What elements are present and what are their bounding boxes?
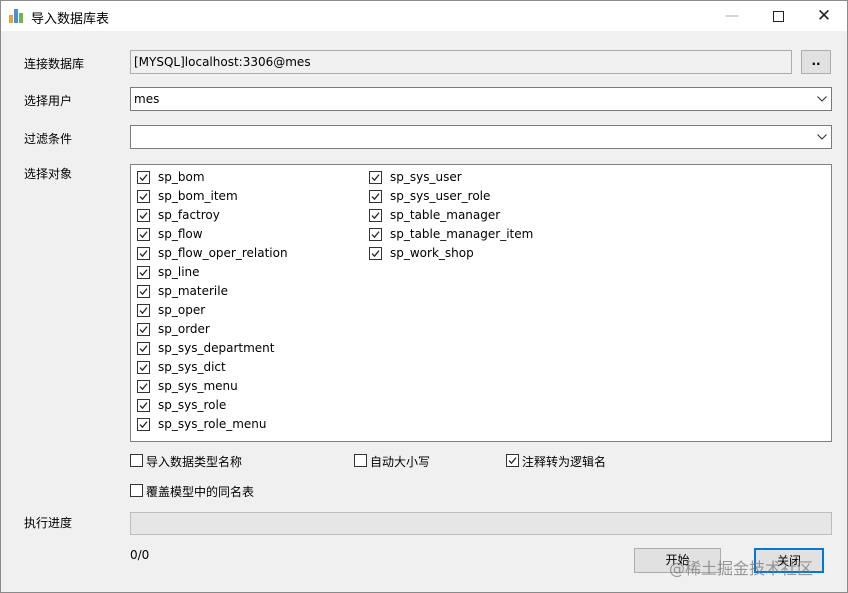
object-item-label: sp_sys_role_menu bbox=[158, 417, 267, 431]
option-label: 覆盖模型中的同名表 bbox=[146, 485, 255, 499]
watermark: @稀土掘金技术社区 bbox=[669, 559, 814, 578]
checkbox[interactable] bbox=[506, 454, 519, 467]
object-checklist[interactable]: sp_bom sp_bom_item sp_factroy sp_flow sp_flo… bbox=[130, 164, 832, 442]
checkbox[interactable] bbox=[137, 342, 150, 355]
checkbox[interactable] bbox=[354, 454, 367, 467]
browse-connection-button[interactable]: .. bbox=[801, 50, 831, 74]
checkbox[interactable] bbox=[137, 285, 150, 298]
object-item-label: sp_sys_department bbox=[158, 341, 275, 355]
option-label: 注释转为逻辑名 bbox=[522, 455, 607, 469]
connection-field: [MYSQL]localhost:3306@mes bbox=[130, 50, 792, 74]
checkbox[interactable] bbox=[369, 171, 382, 184]
object-item-label: sp_oper bbox=[158, 303, 206, 317]
chevron-down-icon[interactable] bbox=[813, 126, 831, 148]
chevron-down-icon[interactable] bbox=[813, 88, 831, 110]
maximize-button[interactable] bbox=[755, 1, 801, 31]
progress-count: 0/0 bbox=[130, 548, 150, 562]
user-select[interactable]: mes bbox=[130, 87, 832, 111]
option-label: 自动大小写 bbox=[370, 455, 431, 469]
object-item-label: sp_line bbox=[158, 265, 200, 279]
checkbox[interactable] bbox=[369, 209, 382, 222]
progress-bar bbox=[130, 512, 832, 535]
close-icon: ✕ bbox=[816, 6, 832, 26]
object-item-label: sp_table_manager_item bbox=[390, 227, 534, 241]
checkbox[interactable] bbox=[130, 484, 143, 497]
checkbox[interactable] bbox=[369, 247, 382, 260]
object-item-label: sp_materile bbox=[158, 284, 228, 298]
object-item-label: sp_sys_menu bbox=[158, 379, 238, 393]
object-item-label: sp_flow_oper_relation bbox=[158, 246, 288, 260]
checkbox[interactable] bbox=[137, 418, 150, 431]
window-title: 导入数据库表 bbox=[31, 12, 110, 27]
checkbox[interactable] bbox=[137, 380, 150, 393]
checkbox[interactable] bbox=[137, 266, 150, 279]
object-item-label: sp_sys_user_role bbox=[390, 189, 491, 203]
filter-label: 过滤条件 bbox=[24, 132, 73, 146]
object-item-label: sp_flow bbox=[158, 227, 203, 241]
app-icon bbox=[9, 9, 25, 23]
object-item-label: sp_table_manager bbox=[390, 208, 501, 222]
object-item-label: sp_order bbox=[158, 322, 210, 336]
progress-label: 执行进度 bbox=[24, 516, 73, 530]
object-item-label: sp_sys_dict bbox=[158, 360, 226, 374]
user-select-value: mes bbox=[134, 92, 160, 106]
checkbox[interactable] bbox=[130, 454, 143, 467]
object-item-label: sp_sys_user bbox=[390, 170, 462, 184]
title-bar: 导入数据库表 — ✕ bbox=[1, 1, 847, 31]
checkbox[interactable] bbox=[369, 228, 382, 241]
checkbox[interactable] bbox=[137, 247, 150, 260]
close-window-button[interactable]: ✕ bbox=[801, 1, 847, 31]
object-item-label: sp_factroy bbox=[158, 208, 220, 222]
checkbox[interactable] bbox=[137, 228, 150, 241]
minimize-button[interactable]: — bbox=[709, 1, 755, 31]
checkbox[interactable] bbox=[137, 361, 150, 374]
maximize-icon bbox=[772, 10, 784, 22]
checkbox[interactable] bbox=[137, 209, 150, 222]
user-label: 选择用户 bbox=[24, 94, 73, 108]
option-label: 导入数据类型名称 bbox=[146, 455, 243, 469]
checkbox[interactable] bbox=[137, 399, 150, 412]
objects-label: 选择对象 bbox=[24, 167, 73, 181]
object-item-label: sp_sys_role bbox=[158, 398, 227, 412]
checkbox[interactable] bbox=[137, 323, 150, 336]
connection-label: 连接数据库 bbox=[24, 57, 85, 71]
checkbox[interactable] bbox=[137, 304, 150, 317]
object-item-label: sp_bom bbox=[158, 170, 205, 184]
checkbox[interactable] bbox=[369, 190, 382, 203]
object-item-label: sp_work_shop bbox=[390, 246, 474, 260]
checkbox[interactable] bbox=[137, 171, 150, 184]
filter-select[interactable] bbox=[130, 125, 832, 149]
minimize-icon: — bbox=[725, 8, 739, 24]
checkbox[interactable] bbox=[137, 190, 150, 203]
object-item-label: sp_bom_item bbox=[158, 189, 238, 203]
import-table-dialog: 导入数据库表 — ✕ 连接数据库 [MYSQL]localhost:3306@m… bbox=[0, 0, 848, 593]
